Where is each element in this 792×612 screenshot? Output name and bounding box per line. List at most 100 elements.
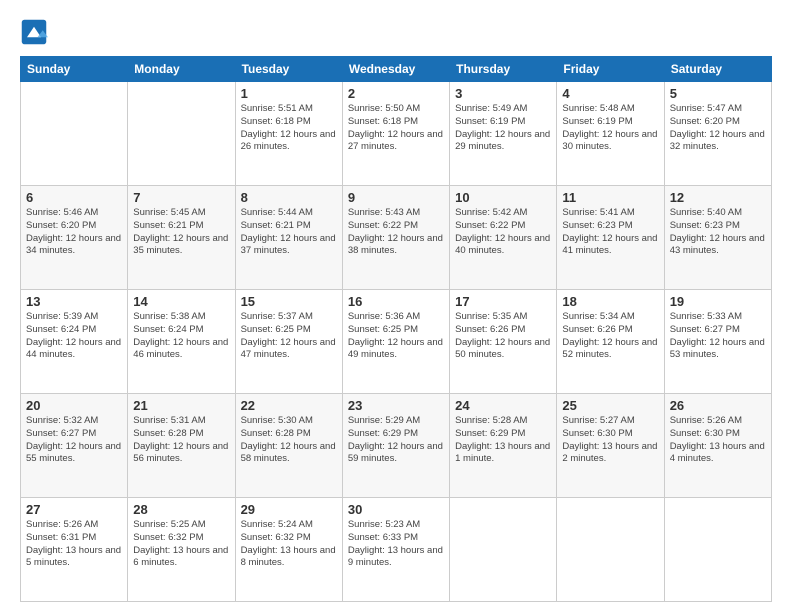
day-number: 2 bbox=[348, 86, 444, 101]
calendar-cell: 5 Sunrise: 5:47 AM Sunset: 6:20 PM Daylig… bbox=[664, 82, 771, 186]
day-number: 29 bbox=[241, 502, 337, 517]
calendar-cell: 15Sunrise: 5:37 AM Sunset: 6:25 PM Dayli… bbox=[235, 290, 342, 394]
day-info: Sunrise: 5:33 AM Sunset: 6:27 PM Dayligh… bbox=[670, 311, 766, 362]
day-number: 15 bbox=[241, 294, 337, 309]
calendar-cell: 25 Sunrise: 5:27 AM Sunset: 6:30 PM Dayli… bbox=[557, 394, 664, 498]
day-info: Sunrise: 5:50 AM Sunset: 6:18 PM Dayligh… bbox=[348, 103, 444, 154]
day-number: 11 bbox=[562, 190, 658, 205]
day-info: Sunrise: 5:49 AM Sunset: 6:19 PM Dayligh… bbox=[455, 103, 551, 154]
day-header-sunday: Sunday bbox=[21, 57, 128, 82]
calendar-cell bbox=[557, 498, 664, 602]
day-header-tuesday: Tuesday bbox=[235, 57, 342, 82]
day-number: 25 bbox=[562, 398, 658, 413]
day-info: Sunrise: 5:34 AM Sunset: 6:26 PM Dayligh… bbox=[562, 311, 658, 362]
day-number: 21 bbox=[133, 398, 229, 413]
calendar-cell bbox=[21, 82, 128, 186]
calendar-cell: 12Sunrise: 5:40 AM Sunset: 6:23 PM Dayli… bbox=[664, 186, 771, 290]
day-info: Sunrise: 5:26 AM Sunset: 6:31 PM Dayligh… bbox=[26, 519, 122, 570]
calendar-week-5: 27 Sunrise: 5:26 AM Sunset: 6:31 PM Dayli… bbox=[21, 498, 772, 602]
calendar-cell: 13 Sunrise: 5:39 AM Sunset: 6:24 PM Dayli… bbox=[21, 290, 128, 394]
calendar-cell: 4 Sunrise: 5:48 AM Sunset: 6:19 PM Daylig… bbox=[557, 82, 664, 186]
day-info: Sunrise: 5:27 AM Sunset: 6:30 PM Dayligh… bbox=[562, 415, 658, 466]
day-info: Sunrise: 5:25 AM Sunset: 6:32 PM Dayligh… bbox=[133, 519, 229, 570]
day-number: 19 bbox=[670, 294, 766, 309]
calendar-cell: 14 Sunrise: 5:38 AM Sunset: 6:24 PM Dayli… bbox=[128, 290, 235, 394]
calendar-cell: 24 Sunrise: 5:28 AM Sunset: 6:29 PM Dayli… bbox=[450, 394, 557, 498]
day-info: Sunrise: 5:44 AM Sunset: 6:21 PM Dayligh… bbox=[241, 207, 337, 258]
calendar-cell: 23 Sunrise: 5:29 AM Sunset: 6:29 PM Dayli… bbox=[342, 394, 449, 498]
day-number: 28 bbox=[133, 502, 229, 517]
calendar-week-3: 13 Sunrise: 5:39 AM Sunset: 6:24 PM Dayli… bbox=[21, 290, 772, 394]
calendar-cell: 26Sunrise: 5:26 AM Sunset: 6:30 PM Dayli… bbox=[664, 394, 771, 498]
day-info: Sunrise: 5:39 AM Sunset: 6:24 PM Dayligh… bbox=[26, 311, 122, 362]
calendar-header-row: SundayMondayTuesdayWednesdayThursdayFrid… bbox=[21, 57, 772, 82]
calendar-cell: 2 Sunrise: 5:50 AM Sunset: 6:18 PM Daylig… bbox=[342, 82, 449, 186]
day-info: Sunrise: 5:30 AM Sunset: 6:28 PM Dayligh… bbox=[241, 415, 337, 466]
day-number: 5 bbox=[670, 86, 766, 101]
calendar-cell: 30 Sunrise: 5:23 AM Sunset: 6:33 PM Dayli… bbox=[342, 498, 449, 602]
calendar-cell: 6 Sunrise: 5:46 AM Sunset: 6:20 PM Daylig… bbox=[21, 186, 128, 290]
calendar-cell: 27 Sunrise: 5:26 AM Sunset: 6:31 PM Dayli… bbox=[21, 498, 128, 602]
day-info: Sunrise: 5:46 AM Sunset: 6:20 PM Dayligh… bbox=[26, 207, 122, 258]
day-number: 23 bbox=[348, 398, 444, 413]
day-info: Sunrise: 5:35 AM Sunset: 6:26 PM Dayligh… bbox=[455, 311, 551, 362]
day-number: 16 bbox=[348, 294, 444, 309]
logo bbox=[20, 18, 52, 46]
calendar-cell: 17 Sunrise: 5:35 AM Sunset: 6:26 PM Dayli… bbox=[450, 290, 557, 394]
day-info: Sunrise: 5:43 AM Sunset: 6:22 PM Dayligh… bbox=[348, 207, 444, 258]
day-number: 17 bbox=[455, 294, 551, 309]
calendar-cell: 9 Sunrise: 5:43 AM Sunset: 6:22 PM Daylig… bbox=[342, 186, 449, 290]
calendar-cell: 1 Sunrise: 5:51 AM Sunset: 6:18 PM Daylig… bbox=[235, 82, 342, 186]
calendar-cell: 19 Sunrise: 5:33 AM Sunset: 6:27 PM Dayli… bbox=[664, 290, 771, 394]
day-info: Sunrise: 5:48 AM Sunset: 6:19 PM Dayligh… bbox=[562, 103, 658, 154]
day-number: 3 bbox=[455, 86, 551, 101]
day-number: 8 bbox=[241, 190, 337, 205]
calendar-cell: 16 Sunrise: 5:36 AM Sunset: 6:25 PM Dayli… bbox=[342, 290, 449, 394]
day-info: Sunrise: 5:23 AM Sunset: 6:33 PM Dayligh… bbox=[348, 519, 444, 570]
calendar-week-1: 1 Sunrise: 5:51 AM Sunset: 6:18 PM Daylig… bbox=[21, 82, 772, 186]
calendar-week-2: 6 Sunrise: 5:46 AM Sunset: 6:20 PM Daylig… bbox=[21, 186, 772, 290]
logo-icon bbox=[20, 18, 48, 46]
page-header bbox=[20, 18, 772, 46]
calendar-cell: 21 Sunrise: 5:31 AM Sunset: 6:28 PM Dayli… bbox=[128, 394, 235, 498]
calendar-cell: 7Sunrise: 5:45 AM Sunset: 6:21 PM Daylig… bbox=[128, 186, 235, 290]
day-number: 1 bbox=[241, 86, 337, 101]
day-number: 13 bbox=[26, 294, 122, 309]
day-info: Sunrise: 5:36 AM Sunset: 6:25 PM Dayligh… bbox=[348, 311, 444, 362]
day-info: Sunrise: 5:31 AM Sunset: 6:28 PM Dayligh… bbox=[133, 415, 229, 466]
day-header-wednesday: Wednesday bbox=[342, 57, 449, 82]
day-info: Sunrise: 5:28 AM Sunset: 6:29 PM Dayligh… bbox=[455, 415, 551, 466]
day-number: 20 bbox=[26, 398, 122, 413]
day-info: Sunrise: 5:29 AM Sunset: 6:29 PM Dayligh… bbox=[348, 415, 444, 466]
day-info: Sunrise: 5:51 AM Sunset: 6:18 PM Dayligh… bbox=[241, 103, 337, 154]
day-number: 4 bbox=[562, 86, 658, 101]
day-info: Sunrise: 5:38 AM Sunset: 6:24 PM Dayligh… bbox=[133, 311, 229, 362]
calendar-cell: 29 Sunrise: 5:24 AM Sunset: 6:32 PM Dayli… bbox=[235, 498, 342, 602]
day-number: 9 bbox=[348, 190, 444, 205]
day-number: 6 bbox=[26, 190, 122, 205]
day-info: Sunrise: 5:42 AM Sunset: 6:22 PM Dayligh… bbox=[455, 207, 551, 258]
day-header-monday: Monday bbox=[128, 57, 235, 82]
calendar-cell: 3 Sunrise: 5:49 AM Sunset: 6:19 PM Daylig… bbox=[450, 82, 557, 186]
calendar-cell bbox=[664, 498, 771, 602]
day-info: Sunrise: 5:47 AM Sunset: 6:20 PM Dayligh… bbox=[670, 103, 766, 154]
calendar-cell: 11Sunrise: 5:41 AM Sunset: 6:23 PM Dayli… bbox=[557, 186, 664, 290]
day-number: 26 bbox=[670, 398, 766, 413]
day-number: 24 bbox=[455, 398, 551, 413]
calendar-cell: 18 Sunrise: 5:34 AM Sunset: 6:26 PM Dayli… bbox=[557, 290, 664, 394]
day-info: Sunrise: 5:24 AM Sunset: 6:32 PM Dayligh… bbox=[241, 519, 337, 570]
calendar-cell: 28 Sunrise: 5:25 AM Sunset: 6:32 PM Dayli… bbox=[128, 498, 235, 602]
day-number: 22 bbox=[241, 398, 337, 413]
calendar-cell: 8 Sunrise: 5:44 AM Sunset: 6:21 PM Daylig… bbox=[235, 186, 342, 290]
calendar-table: SundayMondayTuesdayWednesdayThursdayFrid… bbox=[20, 56, 772, 602]
day-number: 30 bbox=[348, 502, 444, 517]
calendar-cell: 10Sunrise: 5:42 AM Sunset: 6:22 PM Dayli… bbox=[450, 186, 557, 290]
day-info: Sunrise: 5:45 AM Sunset: 6:21 PM Dayligh… bbox=[133, 207, 229, 258]
day-header-thursday: Thursday bbox=[450, 57, 557, 82]
day-info: Sunrise: 5:32 AM Sunset: 6:27 PM Dayligh… bbox=[26, 415, 122, 466]
day-number: 18 bbox=[562, 294, 658, 309]
day-header-saturday: Saturday bbox=[664, 57, 771, 82]
day-number: 27 bbox=[26, 502, 122, 517]
day-number: 14 bbox=[133, 294, 229, 309]
day-header-friday: Friday bbox=[557, 57, 664, 82]
